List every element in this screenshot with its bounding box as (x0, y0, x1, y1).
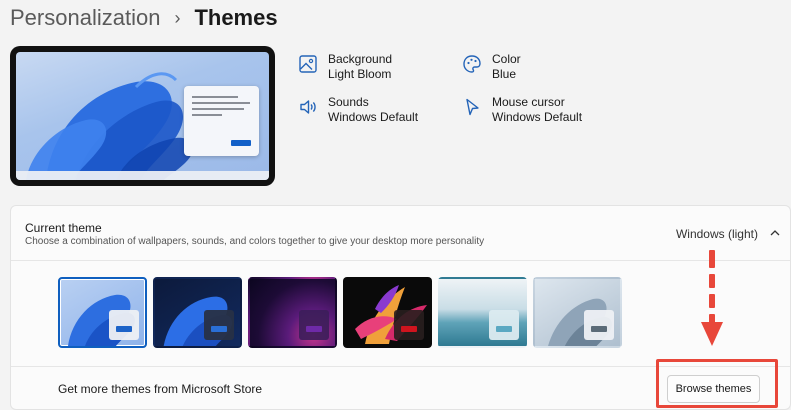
breadcrumb-separator: › (174, 8, 181, 28)
theme-thumbnail-windows-dark[interactable] (153, 277, 242, 348)
property-sounds[interactable]: Sounds Windows Default (298, 95, 418, 125)
cursor-icon (466, 98, 479, 116)
property-value: Blue (492, 67, 517, 81)
chevron-up-icon[interactable] (768, 226, 782, 240)
theme-thumbnail-windows-light[interactable] (58, 277, 147, 348)
theme-thumbnail-captured-motion[interactable] (343, 277, 432, 348)
annotation-arrow-down-icon (701, 250, 723, 346)
property-value: Windows Default (328, 110, 419, 124)
theme-thumbnail-glow[interactable] (248, 277, 337, 348)
theme-properties: Background Light Bloom Color Blue Sounds… (298, 52, 618, 132)
preview-sample-window (184, 86, 259, 156)
image-icon (299, 55, 317, 73)
current-theme-title: Current theme (25, 221, 102, 235)
annotation-highlight-box (656, 359, 778, 408)
page-title: Themes (194, 5, 278, 30)
property-value: Windows Default (492, 110, 583, 124)
preview-taskbar (16, 171, 269, 180)
property-name: Sounds (328, 95, 369, 109)
current-theme-description: Choose a combination of wallpapers, soun… (25, 236, 485, 247)
speaker-icon (300, 100, 316, 114)
property-value: Light Bloom (328, 67, 392, 81)
property-name: Color (492, 52, 521, 66)
property-color[interactable]: Color Blue (462, 52, 521, 82)
breadcrumb: Personalization › Themes (10, 4, 278, 32)
theme-thumbnail-sunrise[interactable] (438, 277, 527, 348)
property-name: Background (328, 52, 393, 66)
current-theme-value: Windows (light) (675, 227, 758, 241)
palette-icon (463, 55, 481, 73)
theme-preview-screen (16, 52, 269, 180)
theme-thumbnail-flow[interactable] (533, 277, 622, 348)
current-theme-header[interactable]: Current theme Choose a combination of wa… (11, 206, 790, 261)
property-name: Mouse cursor (492, 95, 565, 109)
property-background[interactable]: Background Light Bloom (298, 52, 392, 82)
property-mouse-cursor[interactable]: Mouse cursor Windows Default (462, 95, 582, 125)
theme-gallery (58, 277, 622, 348)
theme-preview (10, 46, 275, 186)
breadcrumb-personalization[interactable]: Personalization (10, 4, 160, 32)
store-text: Get more themes from Microsoft Store (58, 382, 263, 396)
